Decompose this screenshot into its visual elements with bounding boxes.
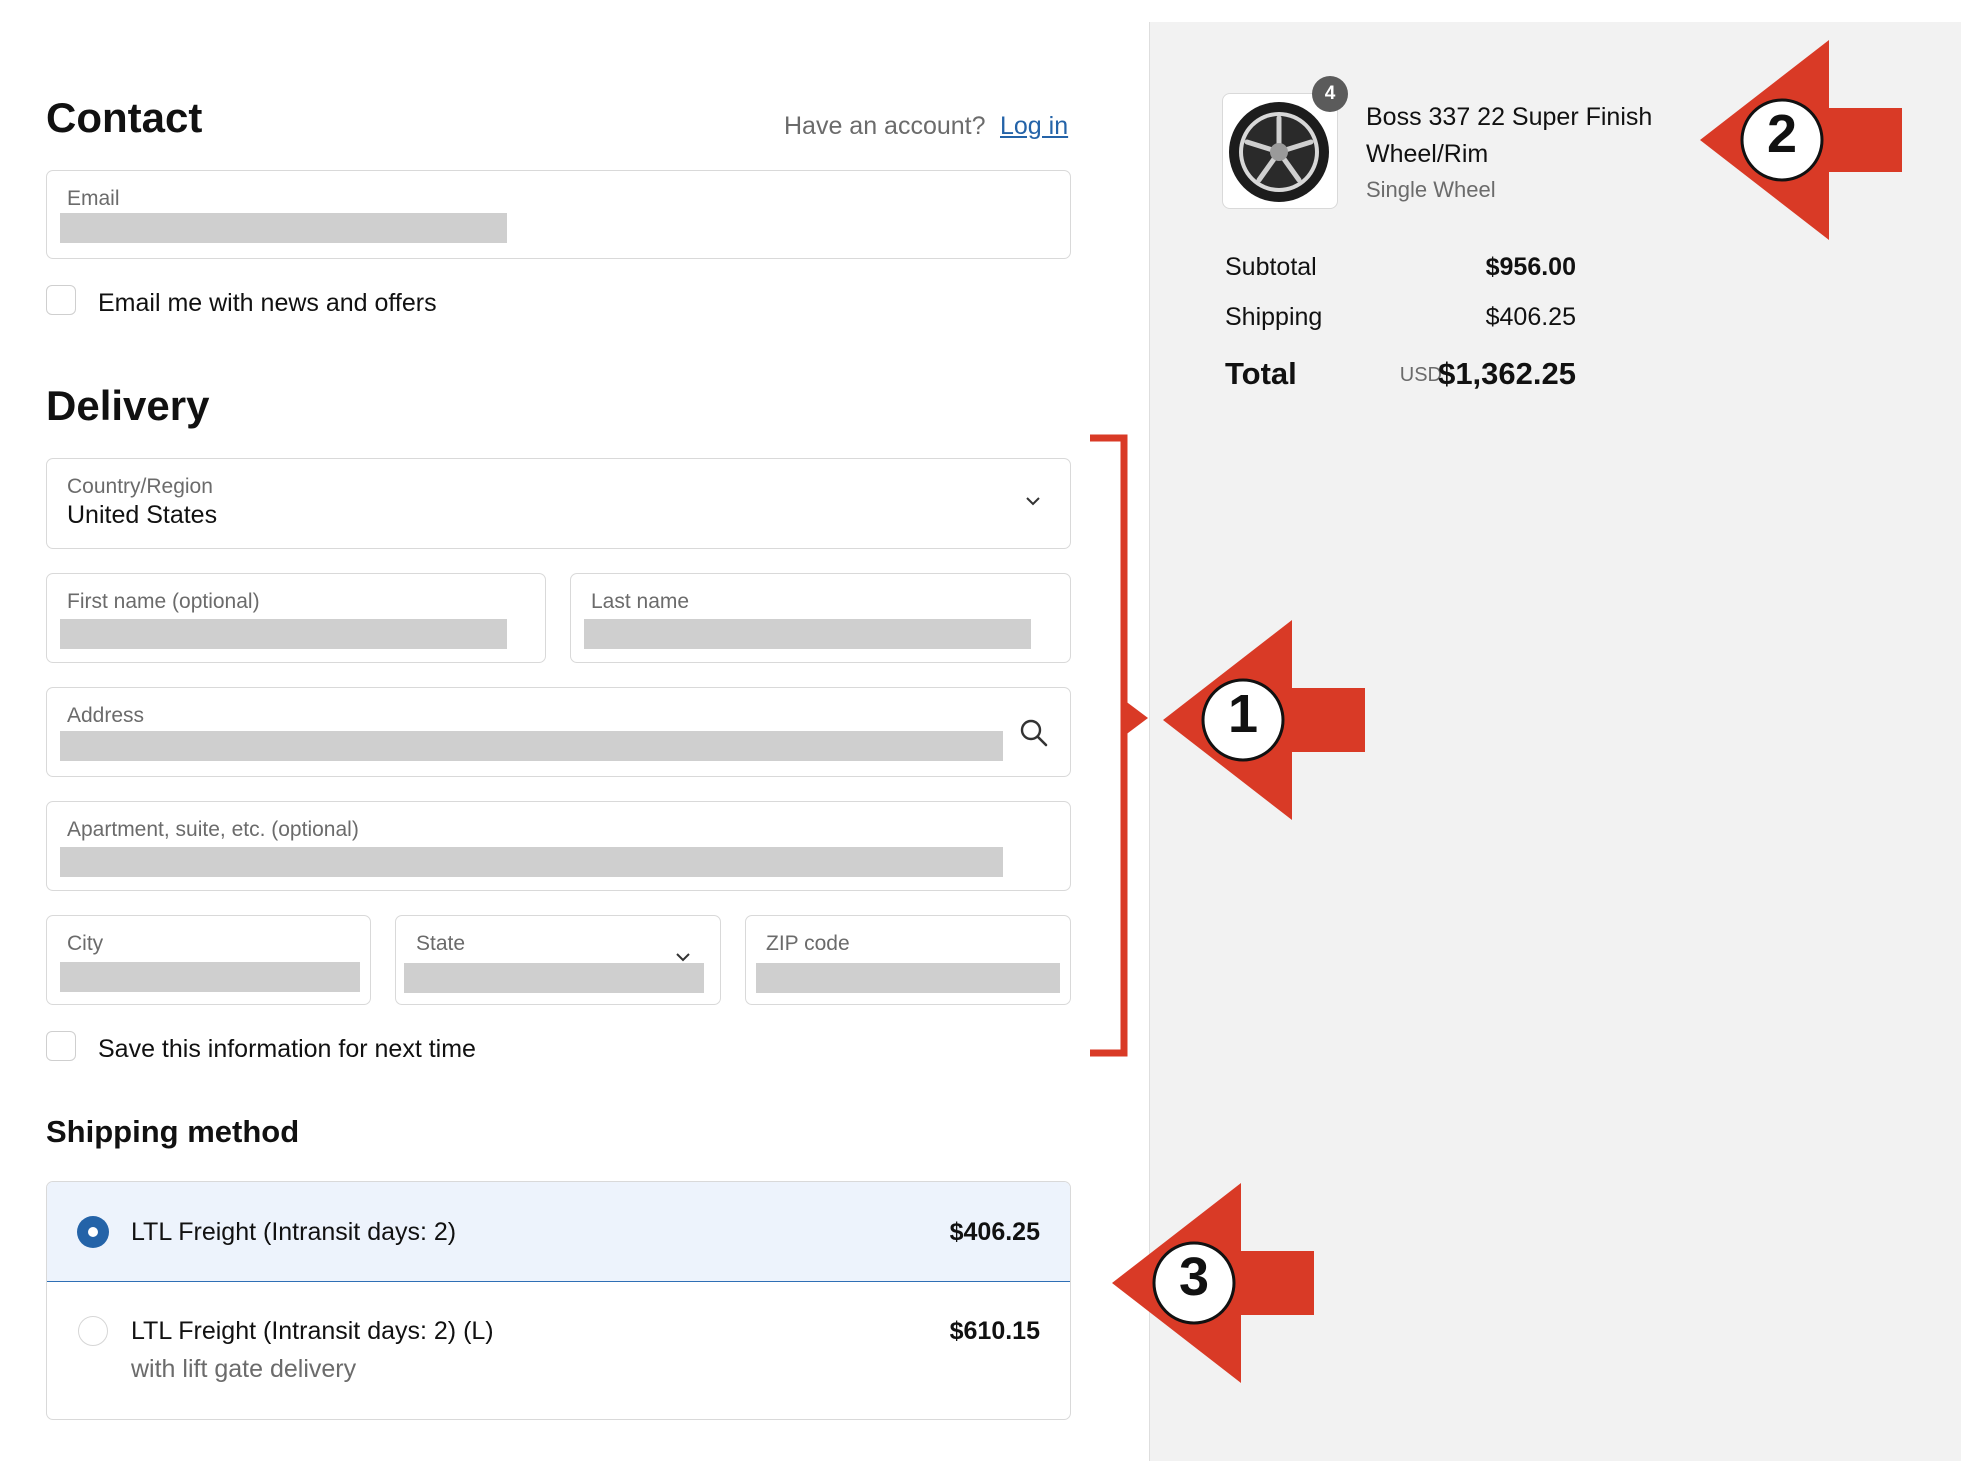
annotation-number-2: 2	[1766, 104, 1798, 164]
annotation-number-3: 3	[1178, 1247, 1210, 1307]
annotation-overlay	[1090, 40, 1902, 1383]
annotation-number-1: 1	[1227, 684, 1259, 744]
